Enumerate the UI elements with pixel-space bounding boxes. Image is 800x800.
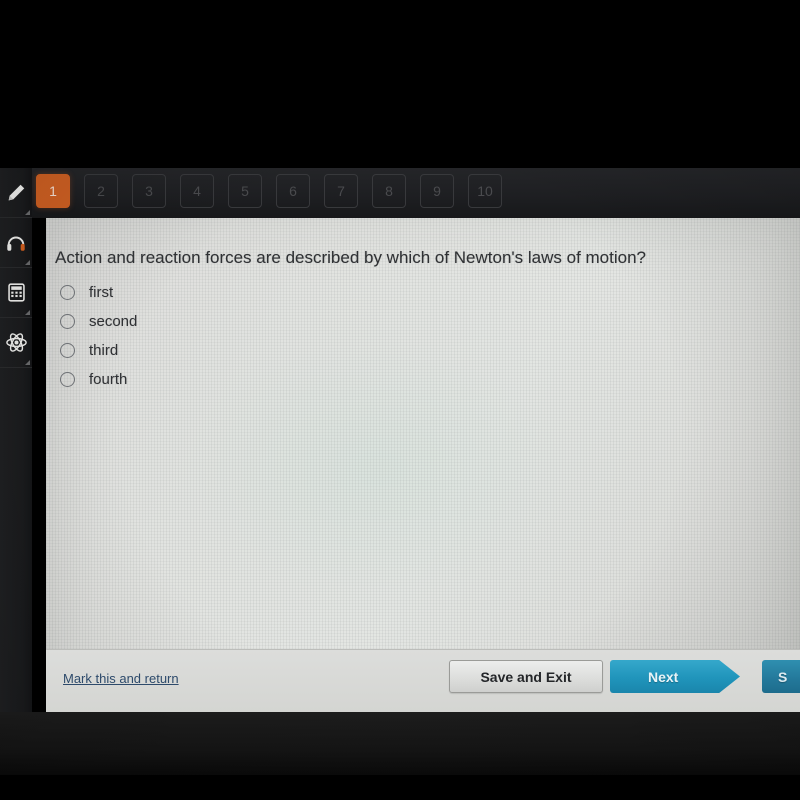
question-nav-item-9[interactable]: 9 xyxy=(420,174,454,208)
answer-choice-label: second xyxy=(89,313,138,330)
question-nav-item-8[interactable]: 8 xyxy=(372,174,406,208)
monitor-bezel-shadow xyxy=(0,775,800,800)
tool-button-periodic-table[interactable] xyxy=(0,318,32,368)
tool-corner-indicator xyxy=(25,360,30,365)
radio-button-second[interactable] xyxy=(60,314,75,329)
answer-choice-second[interactable]: second xyxy=(58,307,458,336)
question-nav-item-3[interactable]: 3 xyxy=(132,174,166,208)
answer-choice-third[interactable]: third xyxy=(58,336,458,365)
question-nav-list: 1 2 3 4 5 6 7 8 9 10 xyxy=(36,174,502,208)
tool-corner-indicator xyxy=(25,210,30,215)
tool-corner-indicator xyxy=(25,310,30,315)
radio-button-fourth[interactable] xyxy=(60,372,75,387)
tool-button-calculator[interactable] xyxy=(0,268,32,318)
question-nav-item-7[interactable]: 7 xyxy=(324,174,358,208)
answer-choice-label: fourth xyxy=(89,371,128,388)
mark-this-and-return-link[interactable]: Mark this and return xyxy=(63,671,179,686)
save-and-exit-button[interactable]: Save and Exit xyxy=(449,660,603,693)
screenshot-root: 1 2 3 4 5 6 7 8 9 10 Action and reaction… xyxy=(0,0,800,800)
question-prompt: Action and reaction forces are described… xyxy=(55,248,646,267)
answer-choice-first[interactable]: first xyxy=(58,278,458,307)
atom-icon xyxy=(5,331,28,354)
question-nav-item-2[interactable]: 2 xyxy=(84,174,118,208)
question-nav-item-1[interactable]: 1 xyxy=(36,174,70,208)
question-nav-item-4[interactable]: 4 xyxy=(180,174,214,208)
tool-corner-indicator xyxy=(25,260,30,265)
question-nav-strip: 1 2 3 4 5 6 7 8 9 10 xyxy=(32,168,800,218)
submit-button[interactable]: S xyxy=(762,660,800,693)
tool-button-highlighter[interactable] xyxy=(0,168,32,218)
answer-choice-label: third xyxy=(89,342,119,359)
question-nav-item-5[interactable]: 5 xyxy=(228,174,262,208)
question-content-panel: Action and reaction forces are described… xyxy=(46,218,800,712)
next-button[interactable]: Next xyxy=(610,660,740,693)
monitor-bezel xyxy=(0,712,800,775)
answer-choice-label: first xyxy=(89,284,114,301)
headphones-icon xyxy=(5,232,27,254)
tool-rail xyxy=(0,168,32,712)
answer-choice-list: first second third fourth xyxy=(58,278,458,394)
question-nav-item-6[interactable]: 6 xyxy=(276,174,310,208)
answer-choice-fourth[interactable]: fourth xyxy=(58,365,458,394)
tool-button-audio[interactable] xyxy=(0,218,32,268)
highlighter-icon xyxy=(5,182,27,204)
radio-button-third[interactable] xyxy=(60,343,75,358)
question-nav-item-10[interactable]: 10 xyxy=(468,174,502,208)
radio-button-first[interactable] xyxy=(60,285,75,300)
action-bar: Mark this and return Save and Exit Next … xyxy=(46,649,800,712)
calculator-icon xyxy=(6,282,27,303)
